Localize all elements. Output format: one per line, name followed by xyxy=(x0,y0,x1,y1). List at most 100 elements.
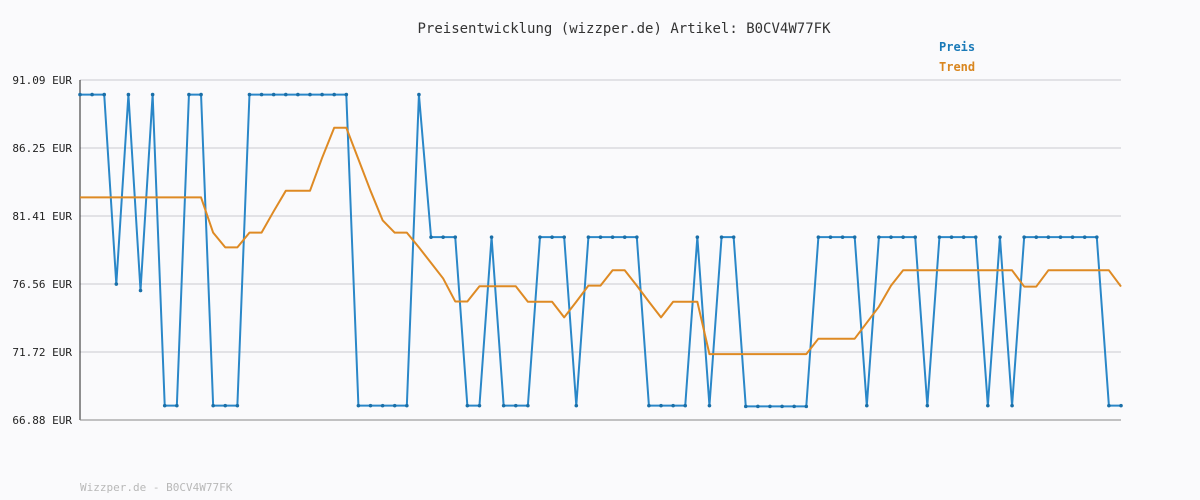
price-point xyxy=(683,403,688,408)
legend-label-preis: Preis xyxy=(939,40,975,54)
price-point xyxy=(768,404,772,409)
y-tick-label: 71.72 EUR xyxy=(12,346,72,359)
price-point xyxy=(211,403,215,408)
price-point xyxy=(283,92,288,97)
price-point xyxy=(513,403,518,408)
price-point xyxy=(150,92,155,97)
price-point xyxy=(405,403,409,408)
price-point xyxy=(344,92,349,97)
price-point xyxy=(659,403,663,408)
price-point xyxy=(877,235,881,239)
price-point xyxy=(901,235,905,239)
price-point xyxy=(1082,235,1087,239)
price-point xyxy=(998,235,1002,239)
price-point xyxy=(816,235,821,239)
price-point xyxy=(622,235,627,239)
price-point xyxy=(840,235,845,239)
price-point xyxy=(1034,235,1039,239)
price-point xyxy=(1107,403,1111,408)
series-line-trend xyxy=(80,126,1122,356)
price-point xyxy=(126,92,131,97)
price-point xyxy=(949,235,954,239)
price-point xyxy=(199,92,203,97)
price-point xyxy=(538,235,542,239)
y-tick-label: 76.56 EUR xyxy=(12,278,72,291)
grid-lines xyxy=(80,79,1121,353)
price-point xyxy=(453,235,458,239)
price-point xyxy=(1070,235,1075,239)
price-point xyxy=(707,403,712,408)
legend-label-trend: Trend xyxy=(939,60,975,74)
price-point xyxy=(1022,235,1026,239)
price-point xyxy=(78,92,82,97)
price-point xyxy=(1058,235,1063,239)
price-point xyxy=(501,403,506,408)
price-point xyxy=(610,235,615,239)
price-chart: Preisentwicklung (wizzper.de) Artikel: B… xyxy=(12,21,1123,494)
price-point xyxy=(562,235,566,239)
price-point xyxy=(296,92,300,97)
price-point xyxy=(828,235,833,239)
legend: Preis Trend xyxy=(939,40,975,74)
price-point xyxy=(852,235,857,239)
price-point xyxy=(1094,235,1099,239)
price-point xyxy=(1119,403,1123,408)
price-point xyxy=(235,403,240,408)
price-point xyxy=(986,403,990,408)
price-point xyxy=(489,235,494,239)
price-point xyxy=(792,404,796,409)
price-point xyxy=(731,235,736,239)
price-point xyxy=(368,403,373,408)
price-point xyxy=(271,92,276,97)
price-point xyxy=(586,235,591,239)
price-point xyxy=(961,235,966,239)
price-point xyxy=(598,235,603,239)
price-point xyxy=(175,403,179,408)
price-point xyxy=(465,403,470,408)
y-tick-label: 81.41 EUR xyxy=(12,210,72,223)
price-point xyxy=(756,404,760,409)
price-point xyxy=(695,235,700,239)
price-point xyxy=(574,403,579,408)
price-point xyxy=(259,92,264,97)
price-point xyxy=(102,92,107,97)
price-point xyxy=(937,235,942,239)
series-line-preis xyxy=(80,93,1121,408)
price-point xyxy=(780,404,784,409)
price-point xyxy=(743,404,748,409)
y-tick-label: 86.25 EUR xyxy=(12,142,72,155)
chart-title: Preisentwicklung (wizzper.de) Artikel: B… xyxy=(417,21,831,37)
price-point xyxy=(865,403,869,408)
price-point xyxy=(392,403,397,408)
price-point xyxy=(647,403,651,408)
price-point xyxy=(223,403,228,408)
price-point xyxy=(247,92,252,97)
price-point xyxy=(804,404,809,409)
price-point xyxy=(1046,235,1051,239)
price-point xyxy=(356,403,361,408)
price-point xyxy=(671,403,675,408)
price-point xyxy=(429,235,433,239)
price-point xyxy=(320,92,324,97)
price-point xyxy=(550,235,554,239)
price-point xyxy=(308,92,312,97)
y-tick-label: 91.09 EUR xyxy=(12,74,72,87)
price-point xyxy=(526,403,530,408)
price-point xyxy=(162,403,167,408)
y-tick-label: 66.88 EUR xyxy=(12,414,72,427)
price-point xyxy=(973,235,978,239)
price-point xyxy=(138,288,143,293)
footer-credit: Wizzper.de - B0CV4W77FK xyxy=(80,481,233,494)
price-point xyxy=(114,282,119,286)
price-point xyxy=(380,403,385,408)
price-point xyxy=(913,235,918,239)
y-axis-tick-labels: 91.09 EUR 86.25 EUR 81.41 EUR 76.56 EUR 71.7… xyxy=(12,74,72,427)
price-point xyxy=(187,92,191,97)
price-point xyxy=(417,92,421,97)
price-point xyxy=(90,92,94,97)
price-point xyxy=(925,403,930,408)
price-point xyxy=(719,235,724,239)
price-point xyxy=(1010,403,1014,408)
price-point xyxy=(441,235,445,239)
series-layer xyxy=(78,92,1123,409)
